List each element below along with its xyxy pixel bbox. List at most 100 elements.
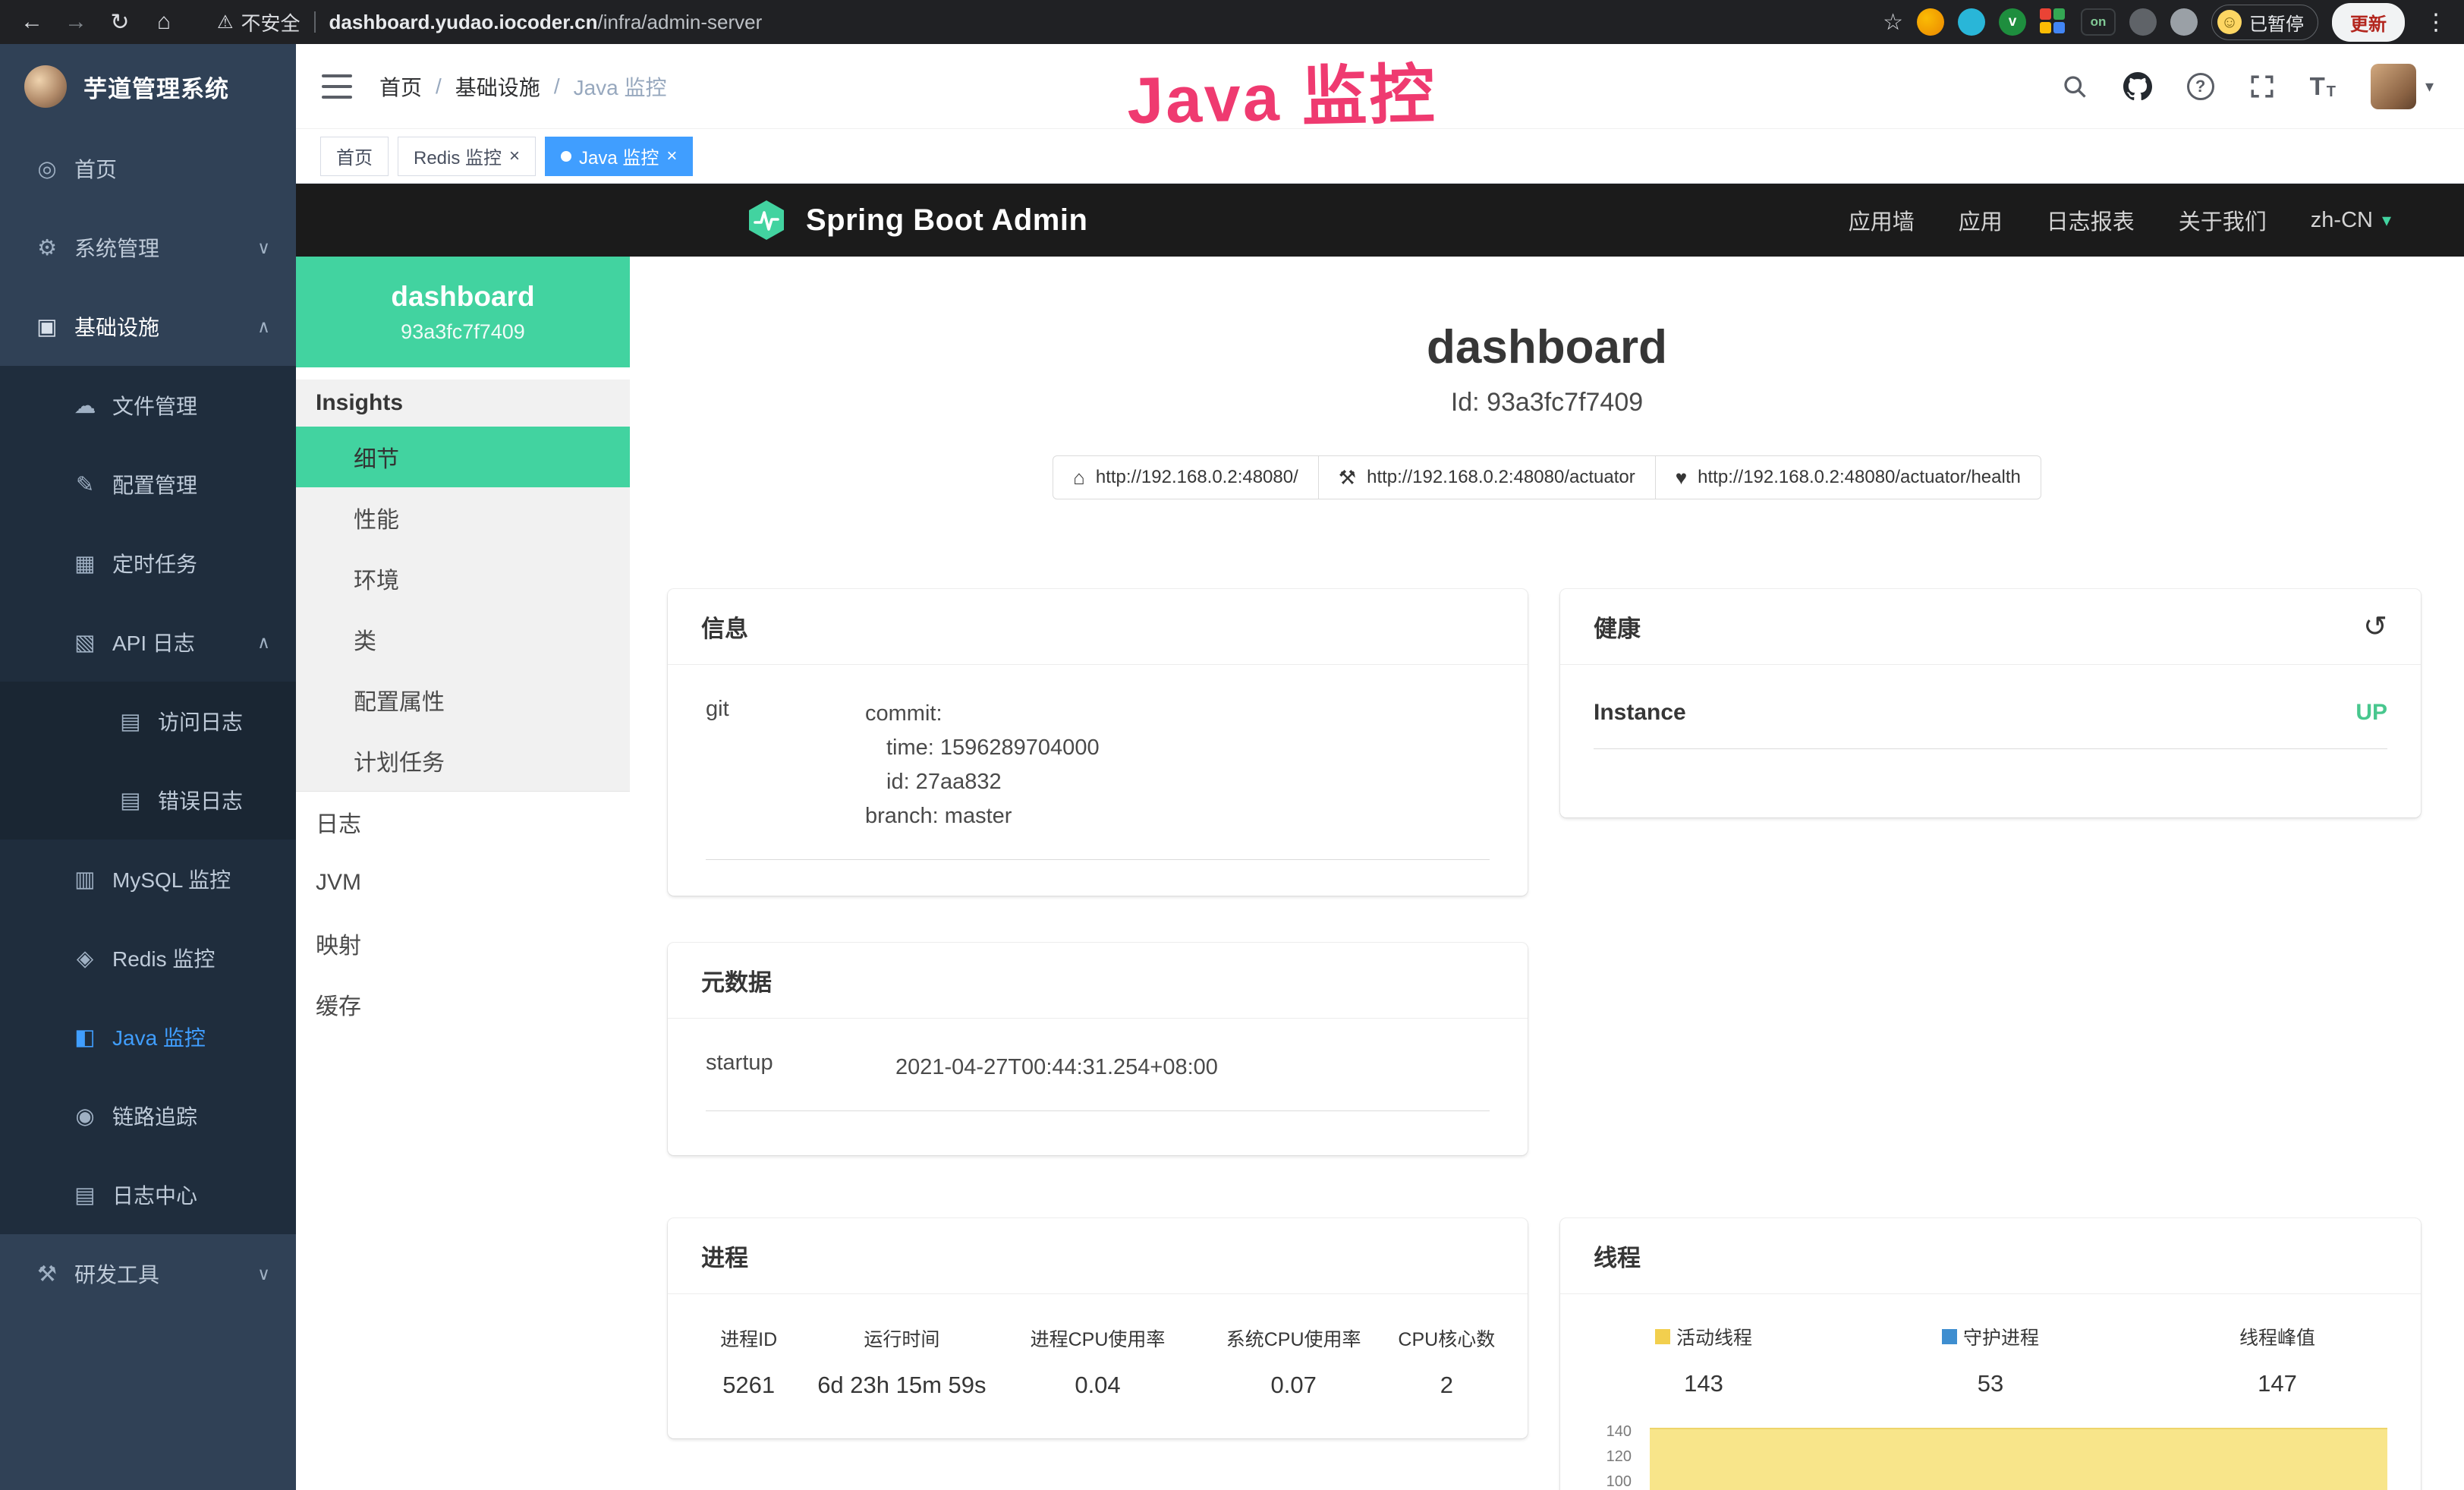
- extension-on-badge-icon[interactable]: on: [2081, 8, 2116, 36]
- close-icon[interactable]: ×: [666, 146, 677, 167]
- bookmark-star-icon[interactable]: ☆: [1883, 9, 1903, 36]
- close-icon[interactable]: ×: [509, 146, 520, 167]
- process-table: 进程ID 5261 运行时间 6d 23h 15m 59s 进程CPU使用率 0…: [668, 1325, 1528, 1399]
- spring-boot-admin-logo-icon: [745, 199, 788, 241]
- sba-item-environment[interactable]: 环境: [296, 548, 630, 609]
- sidebar-item-scheduled-jobs[interactable]: ▦ 定时任务: [0, 524, 296, 603]
- sidebar-item-java-monitor[interactable]: ◧ Java 监控: [0, 997, 296, 1076]
- health-instance-row[interactable]: Instance UP: [1594, 700, 2387, 749]
- sidebar-item-mysql-monitor[interactable]: ▥ MySQL 监控: [0, 840, 296, 918]
- help-icon[interactable]: ?: [2187, 73, 2214, 100]
- sidebar-item-redis-monitor[interactable]: ◈ Redis 监控: [0, 918, 296, 997]
- extensions-puzzle-icon[interactable]: [2170, 8, 2198, 36]
- sba-item-logs[interactable]: 日志: [296, 792, 630, 852]
- tag-redis-monitor[interactable]: Redis 监控 ×: [398, 137, 536, 176]
- home-icon[interactable]: ⌂: [144, 5, 184, 39]
- address-bar[interactable]: ⚠ 不安全 dashboard.yudao.iocoder.cn/infra/a…: [217, 8, 762, 36]
- extension-green-icon[interactable]: v: [1999, 8, 2026, 36]
- breadcrumb-home[interactable]: 首页: [379, 71, 422, 102]
- sidebar-item-access-logs[interactable]: ▤ 访问日志: [0, 682, 296, 761]
- process-col-system-cpu: 系统CPU使用率 0.07: [1202, 1325, 1386, 1399]
- fullscreen-icon[interactable]: [2249, 74, 2275, 99]
- app-logo-avatar: [24, 65, 67, 108]
- security-warning-icon: ⚠: [217, 11, 234, 33]
- sba-item-classes[interactable]: 类: [296, 609, 630, 669]
- sidebar-item-home[interactable]: ◎ 首页: [0, 129, 296, 208]
- monitor-icon: ▣: [30, 313, 64, 340]
- legend-blue-square-icon: [1942, 1329, 1957, 1344]
- page-title: dashboard: [630, 320, 2464, 374]
- github-icon[interactable]: [2123, 72, 2152, 101]
- actuator-url-label: http://192.168.0.2:48080/actuator: [1367, 467, 1635, 488]
- sba-brand[interactable]: Spring Boot Admin: [745, 199, 1087, 241]
- hamburger-menu-icon[interactable]: [322, 74, 352, 99]
- search-icon[interactable]: [2061, 73, 2088, 100]
- user-avatar-menu[interactable]: ▾: [2371, 64, 2434, 109]
- extension-orange-icon[interactable]: [1917, 8, 1944, 36]
- instance-url-button[interactable]: ⌂ http://192.168.0.2:48080/: [1053, 455, 1319, 499]
- legend-yellow-square-icon: [1655, 1329, 1670, 1344]
- extension-drop-icon[interactable]: [1958, 8, 1985, 36]
- tag-java-monitor[interactable]: Java 监控 ×: [545, 137, 693, 176]
- sba-item-metrics[interactable]: 性能: [296, 487, 630, 548]
- browser-menu-icon[interactable]: ⋮: [2418, 9, 2453, 36]
- chrome-update-button[interactable]: 更新: [2332, 3, 2405, 42]
- forward-icon[interactable]: →: [56, 5, 96, 39]
- sba-item-jvm[interactable]: JVM: [296, 852, 630, 913]
- sba-item-details[interactable]: 细节: [296, 427, 630, 487]
- col-header: CPU核心数: [1386, 1325, 1508, 1352]
- sba-item-caches[interactable]: 缓存: [296, 974, 630, 1035]
- tools-icon: ⚒: [30, 1261, 64, 1287]
- sidebar-item-dev-tools[interactable]: ⚒ 研发工具 ∨: [0, 1234, 296, 1313]
- breadcrumb-separator: /: [436, 74, 442, 99]
- sba-nav-applications[interactable]: 应用: [1959, 204, 2003, 236]
- sba-item-config-props[interactable]: 配置属性: [296, 669, 630, 730]
- job-icon: ▦: [68, 550, 102, 577]
- profile-paused-badge[interactable]: ☺ 已暂停: [2211, 5, 2318, 40]
- sidebar-item-file-management[interactable]: ☁ 文件管理: [0, 366, 296, 445]
- address-separator: [314, 11, 316, 33]
- tag-home[interactable]: 首页: [320, 137, 389, 176]
- health-url-button[interactable]: ♥ http://192.168.0.2:48080/actuator/heal…: [1655, 455, 2041, 499]
- extension-grid-icon[interactable]: [2040, 8, 2067, 36]
- threads-card-header: 线程: [1560, 1218, 2421, 1294]
- gear-icon: ⚙: [30, 235, 64, 261]
- extension-gray-icon[interactable]: [2129, 8, 2157, 36]
- sba-nav-about[interactable]: 关于我们: [2179, 204, 2267, 236]
- sidebar-item-log-center[interactable]: ▤ 日志中心: [0, 1155, 296, 1234]
- active-dot: [561, 151, 571, 162]
- history-icon[interactable]: ↺: [2363, 610, 2387, 644]
- sba-nav-wallboard[interactable]: 应用墙: [1849, 204, 1915, 236]
- breadcrumb-infra[interactable]: 基础设施: [455, 71, 540, 102]
- sba-item-scheduled-tasks[interactable]: 计划任务: [296, 730, 630, 791]
- app-title: 芋道管理系统: [83, 70, 229, 104]
- sidebar-item-tracing[interactable]: ◉ 链路追踪: [0, 1076, 296, 1155]
- live-threads-area: [1650, 1428, 2387, 1490]
- metadata-startup-row: startup 2021-04-27T00:44:31.254+08:00: [706, 1051, 1490, 1111]
- chevron-up-icon: ∧: [257, 632, 270, 653]
- sidebar-item-infrastructure[interactable]: ▣ 基础设施 ∧: [0, 287, 296, 366]
- actuator-url-button[interactable]: ⚒ http://192.168.0.2:48080/actuator: [1318, 455, 1656, 499]
- sidebar-item-error-logs[interactable]: ▤ 错误日志: [0, 761, 296, 840]
- sba-item-mappings[interactable]: 映射: [296, 913, 630, 974]
- sba-instance-header[interactable]: dashboard 93a3fc7f7409: [296, 257, 630, 367]
- smiley-avatar-icon: ☺: [2217, 10, 2242, 34]
- reload-icon[interactable]: ↻: [100, 5, 140, 39]
- document-icon: ▤: [114, 787, 147, 814]
- sba-language-select[interactable]: zh-CN ▾: [2311, 208, 2391, 233]
- sba-nav-journal[interactable]: 日志报表: [2047, 204, 2135, 236]
- sidebar-item-system[interactable]: ⚙ 系统管理 ∨: [0, 208, 296, 287]
- sidebar-item-api-logs[interactable]: ▧ API 日志 ∧: [0, 603, 296, 682]
- process-col-process-cpu: 进程CPU使用率 0.04: [993, 1325, 1201, 1399]
- font-size-icon[interactable]: TT: [2310, 72, 2336, 101]
- sidebar-item-label: 基础设施: [74, 311, 159, 342]
- sba-group-title: Insights: [296, 380, 630, 427]
- col-header: 运行时间: [810, 1325, 993, 1352]
- back-icon[interactable]: ←: [12, 5, 52, 39]
- sidebar-item-label: 链路追踪: [112, 1101, 197, 1131]
- app-logo[interactable]: 芋道管理系统: [0, 44, 296, 129]
- col-value: 5261: [688, 1372, 810, 1399]
- breadcrumb: 首页 / 基础设施 / Java 监控: [379, 71, 667, 102]
- url-path: /infra/admin-server: [598, 11, 763, 33]
- sidebar-item-config-management[interactable]: ✎ 配置管理: [0, 445, 296, 524]
